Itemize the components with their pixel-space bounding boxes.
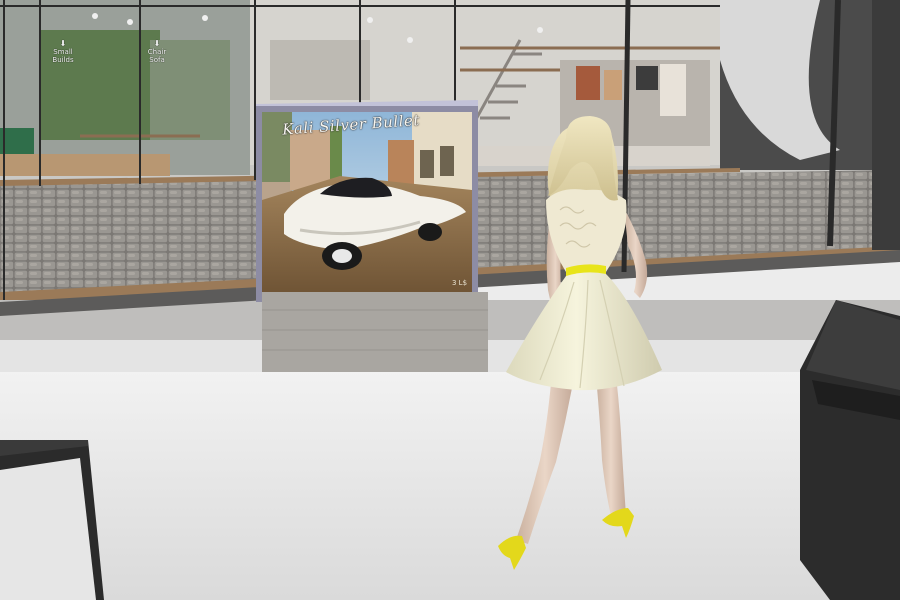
store-sign-small-builds: ⬇ Small Builds <box>46 39 80 65</box>
sign-line: Chair <box>147 48 167 56</box>
avatar[interactable] <box>496 110 666 572</box>
vendor-display-box[interactable] <box>256 100 488 372</box>
sign-line: Sofa <box>149 56 165 64</box>
sign-line: Builds <box>52 56 74 64</box>
down-arrow-icon: ⬇ <box>59 39 67 48</box>
sign-line: Small <box>53 48 73 56</box>
down-arrow-icon: ⬇ <box>153 39 161 48</box>
store-sign-chair-sofa: ⬇ Chair Sofa <box>140 39 174 65</box>
counter-table <box>0 440 104 600</box>
game-viewport[interactable]: ⬇ Small Builds ⬇ Chair Sofa Kali Silver … <box>0 0 900 600</box>
kiosk-terminal[interactable] <box>800 300 900 600</box>
